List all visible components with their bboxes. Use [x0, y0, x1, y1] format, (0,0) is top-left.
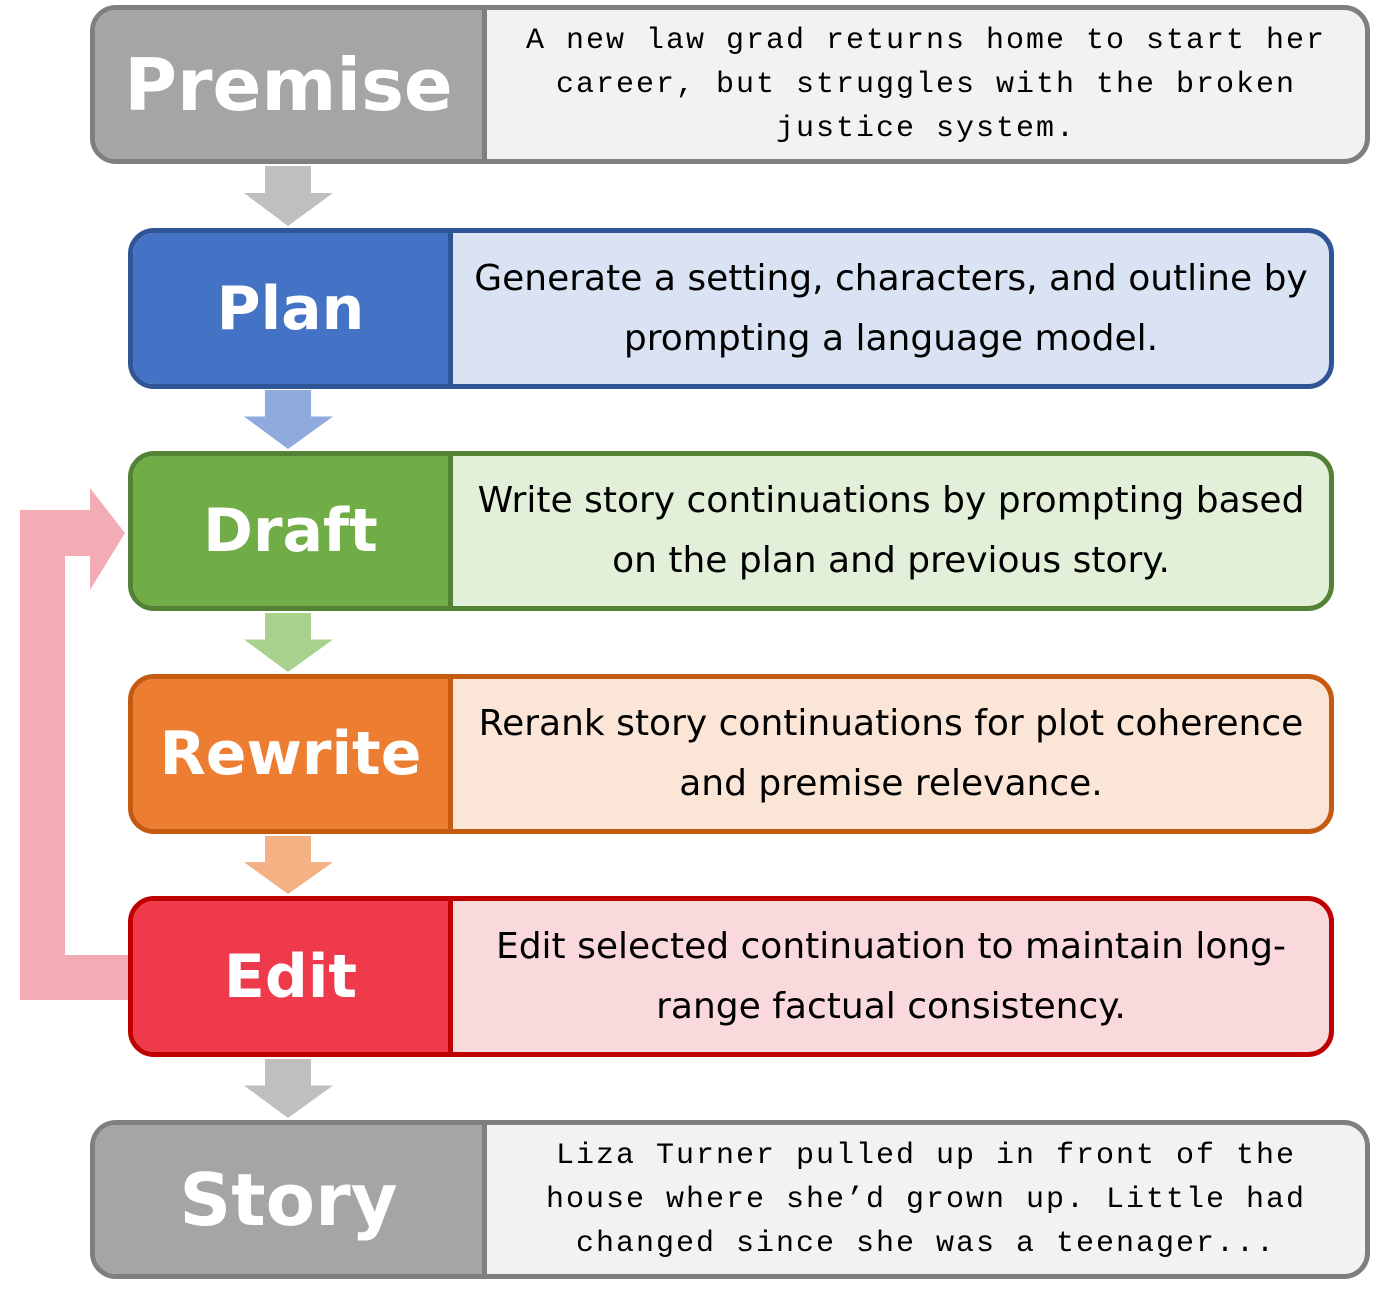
stage-premise: Premise A new law grad returns home to s…: [90, 5, 1370, 164]
premise-text: A new law grad returns home to start her…: [525, 23, 1327, 146]
down-arrow: [244, 613, 333, 672]
stage-plan: Plan Generate a setting, characters, and…: [128, 228, 1334, 389]
stage-description: Generate a setting, characters, and outl…: [474, 257, 1308, 359]
stage-label: Story: [95, 1125, 487, 1274]
stage-draft: Draft Write story continuations by promp…: [128, 451, 1334, 611]
stage-label: Edit: [133, 901, 453, 1052]
stage-label: Plan: [133, 233, 453, 384]
down-arrow: [244, 1059, 333, 1118]
stage-description: Write story continuations by prompting b…: [477, 480, 1305, 581]
down-arrow: [244, 166, 333, 226]
down-arrow: [244, 390, 333, 449]
stage-description: Edit selected continuation to maintain l…: [495, 925, 1287, 1027]
feedback-loop-arrow: [20, 488, 128, 1000]
stage-story: Story Liza Turner pulled up in front of …: [90, 1120, 1370, 1279]
stage-rewrite: Rewrite Rerank story continuations for p…: [128, 674, 1334, 834]
story-text: Liza Turner pulled up in front of the ho…: [545, 1138, 1307, 1261]
stage-label: Draft: [133, 456, 453, 606]
flow-arrows: [20, 166, 333, 1118]
stage-label: Premise: [95, 10, 487, 159]
stage-label: Rewrite: [133, 679, 453, 829]
stage-description: Rerank story continuations for plot cohe…: [478, 703, 1304, 804]
stage-edit: Edit Edit selected continuation to maint…: [128, 896, 1334, 1057]
down-arrow: [244, 836, 333, 894]
